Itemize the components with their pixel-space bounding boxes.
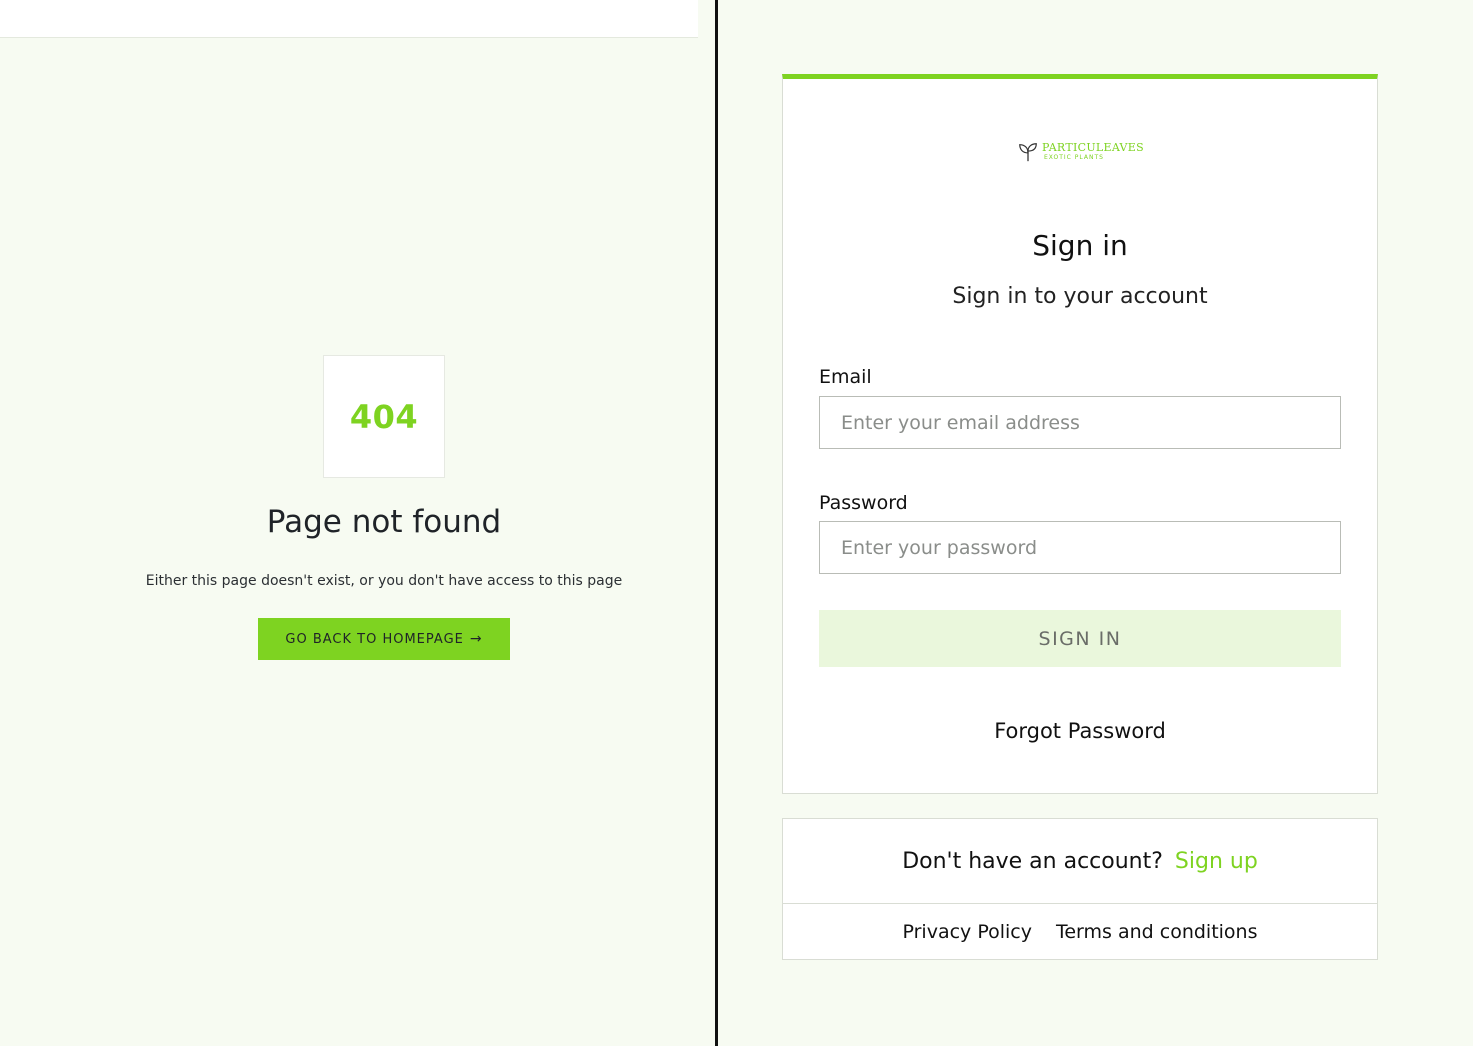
brand-logo[interactable]: PARTICULEAVES EXOTIC PLANTS [1017, 141, 1147, 171]
top-bar [0, 0, 698, 38]
signin-subtitle: Sign in to your account [952, 284, 1208, 309]
password-label: Password [819, 492, 908, 514]
email-field[interactable] [819, 396, 1341, 449]
password-field[interactable] [819, 521, 1341, 574]
terms-link[interactable]: Terms and conditions [1056, 921, 1258, 943]
brand-name: PARTICULEAVES [1042, 141, 1144, 154]
go-back-homepage-label: GO BACK TO HOMEPAGE [285, 631, 464, 647]
not-found-title: Page not found [266, 504, 502, 540]
signup-row: Don't have an account? Sign up [783, 819, 1377, 904]
brand-logo-text: PARTICULEAVES EXOTIC PLANTS [1042, 141, 1144, 162]
signin-button[interactable]: SIGN IN [819, 610, 1341, 667]
go-back-homepage-button[interactable]: GO BACK TO HOMEPAGE → [258, 618, 510, 660]
leaf-icon [1019, 143, 1037, 162]
signup-link[interactable]: Sign up [1175, 849, 1258, 874]
signup-card: Don't have an account? Sign up Privacy P… [782, 818, 1378, 960]
error-code-box: 404 [323, 355, 445, 478]
privacy-policy-link[interactable]: Privacy Policy [902, 921, 1031, 943]
arrow-right-icon: → [469, 631, 483, 647]
legal-links: Privacy Policy Terms and conditions [783, 904, 1377, 960]
screen: 404 Page not found Either this page does… [0, 0, 1473, 1046]
not-found-pane: 404 Page not found Either this page does… [0, 0, 716, 1046]
not-found-description: Either this page doesn't exist, or you d… [145, 573, 623, 589]
signup-question: Don't have an account? [902, 848, 1163, 874]
signin-pane: PARTICULEAVES EXOTIC PLANTS Sign in Sign… [718, 0, 1473, 1046]
error-code: 404 [349, 397, 419, 436]
brand-tagline: EXOTIC PLANTS [1044, 154, 1104, 161]
signin-title: Sign in [1032, 229, 1128, 262]
signin-card: PARTICULEAVES EXOTIC PLANTS Sign in Sign… [782, 74, 1378, 794]
forgot-password-link[interactable]: Forgot Password [783, 719, 1377, 743]
email-label: Email [819, 366, 872, 388]
